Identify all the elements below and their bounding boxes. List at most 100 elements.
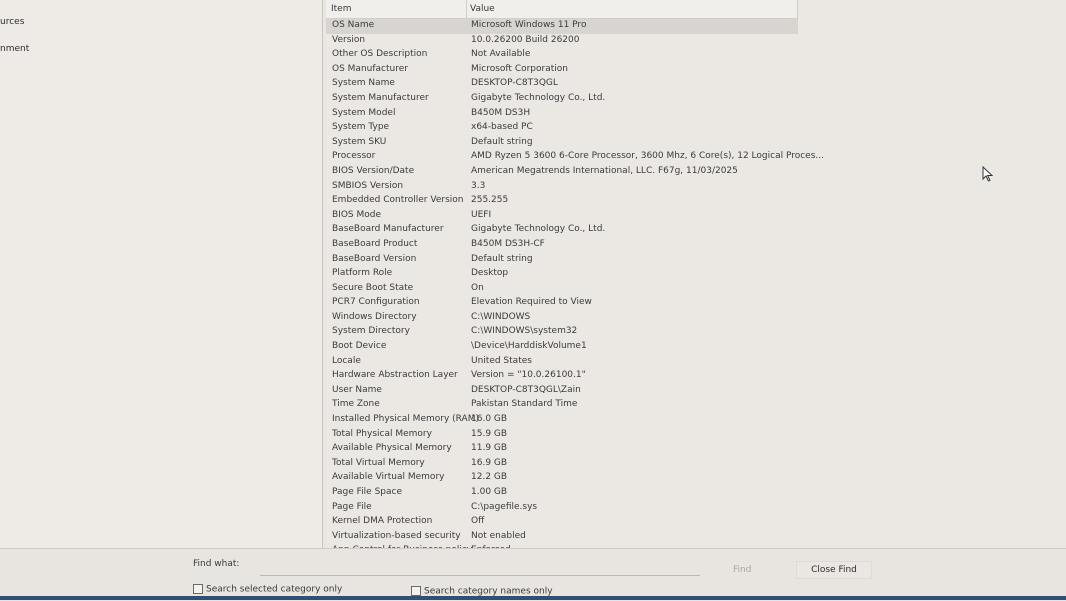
- row-item-cell: System Type: [332, 122, 390, 133]
- row-item-cell: Installed Physical Memory (RAM): [332, 414, 479, 425]
- table-row[interactable]: Embedded Controller Version 255.255: [326, 194, 1066, 209]
- row-value-cell: American Megatrends International, LLC. …: [471, 165, 738, 176]
- table-row[interactable]: Kernel DMA Protection Off: [326, 515, 1066, 530]
- close-find-button[interactable]: Close Find: [796, 561, 872, 579]
- table-row[interactable]: PCR7 Configuration Elevation Required to …: [326, 296, 1066, 311]
- table-row[interactable]: BaseBoard Product B450M DS3H-CF: [326, 238, 1066, 253]
- table-row[interactable]: BIOS Mode UEFI: [326, 209, 1066, 224]
- table-row[interactable]: BIOS Version/Date American Megatrends Int…: [326, 165, 1066, 180]
- row-item-cell: Boot Device: [332, 341, 387, 352]
- row-value-cell: C:\pagefile.sys: [471, 501, 538, 512]
- row-item-cell: BaseBoard Manufacturer: [332, 224, 444, 235]
- row-item-cell: Other OS Description: [332, 49, 428, 60]
- row-value-cell: B450M DS3H-CF: [471, 238, 545, 249]
- table-row[interactable]: System Model B450M DS3H: [326, 107, 1066, 122]
- row-value-cell: UEFI: [471, 209, 492, 220]
- table-row[interactable]: BaseBoard Manufacturer Gigabyte Technolog…: [326, 223, 1066, 238]
- row-item-cell: Hardware Abstraction Layer: [332, 370, 458, 381]
- find-what-label: Find what:: [193, 559, 240, 569]
- row-value-cell: Gigabyte Technology Co., Ltd.: [471, 224, 606, 235]
- row-item-cell: System Name: [332, 78, 395, 89]
- table-row[interactable]: OS Name Microsoft Windows 11 Pro: [326, 19, 798, 34]
- row-value-cell: 10.0.26200 Build 26200: [471, 34, 580, 45]
- table-row[interactable]: Virtualization-based security Not enabled: [326, 530, 1066, 545]
- table-row[interactable]: System Manufacturer Gigabyte Technology C…: [326, 92, 1066, 107]
- checkbox-label: Search selected category only: [206, 584, 343, 595]
- find-button[interactable]: Find: [733, 565, 751, 575]
- tree-item-environment[interactable]: nment: [0, 44, 29, 54]
- row-value-cell: Not enabled: [471, 530, 526, 541]
- checkbox-box[interactable]: [193, 584, 203, 594]
- row-item-cell: Total Physical Memory: [332, 428, 432, 439]
- row-item-cell: BaseBoard Product: [332, 238, 418, 249]
- table-row[interactable]: System Directory C:\WINDOWS\system32: [326, 325, 1066, 340]
- checkbox-box[interactable]: [411, 586, 421, 596]
- list-rows: OS Name Microsoft Windows 11 Pro Version 10…: [326, 19, 1066, 555]
- row-item-cell: Kernel DMA Protection: [332, 516, 433, 527]
- column-header-item[interactable]: Item: [331, 4, 352, 14]
- row-item-cell: Page File Space: [332, 487, 402, 497]
- row-value-cell: 16.9 GB: [471, 457, 508, 468]
- table-row[interactable]: Platform Role Desktop: [326, 267, 1066, 282]
- row-value-cell: 255.255: [471, 195, 509, 206]
- column-header-value[interactable]: Value: [470, 4, 495, 14]
- table-row[interactable]: Page File C:\pagefile.sys: [326, 501, 1066, 516]
- row-item-cell: Available Physical Memory: [332, 443, 452, 454]
- table-row[interactable]: Available Virtual Memory 12.2 GB: [326, 471, 1066, 486]
- category-tree-pane[interactable]: urces nment: [0, 0, 323, 548]
- row-item-cell: Processor: [332, 151, 376, 162]
- table-row[interactable]: Other OS Description Not Available: [326, 48, 1066, 63]
- table-row[interactable]: Version 10.0.26200 Build 26200: [326, 34, 1066, 49]
- table-row[interactable]: Installed Physical Memory (RAM) 16.0 GB: [326, 413, 1066, 428]
- search-category-names-checkbox[interactable]: Search category names only: [411, 586, 553, 597]
- row-item-cell: PCR7 Configuration: [332, 297, 420, 308]
- row-item-cell: BIOS Version/Date: [332, 165, 415, 176]
- row-item-cell: Locale: [332, 355, 361, 366]
- column-divider[interactable]: [466, 0, 467, 18]
- mouse-cursor-icon: [982, 166, 994, 182]
- row-item-cell: System Model: [332, 107, 396, 118]
- table-row[interactable]: OS Manufacturer Microsoft Corporation: [326, 63, 1066, 78]
- row-value-cell: 12.2 GB: [471, 472, 508, 483]
- table-row[interactable]: User Name DESKTOP-C8T3QGL\Zain: [326, 384, 1066, 399]
- table-row[interactable]: Time Zone Pakistan Standard Time: [326, 398, 1066, 413]
- table-row[interactable]: BaseBoard Version Default string: [326, 253, 1066, 268]
- row-value-cell: Microsoft Corporation: [471, 63, 568, 74]
- table-row[interactable]: SMBIOS Version 3.3: [326, 180, 1066, 195]
- row-item-cell: System Manufacturer: [332, 92, 429, 103]
- tree-item-resources[interactable]: urces: [0, 17, 24, 27]
- table-row[interactable]: Boot Device \Device\HarddiskVolume1: [326, 340, 1066, 355]
- table-row[interactable]: Total Virtual Memory 16.9 GB: [326, 457, 1066, 472]
- table-row[interactable]: Available Physical Memory 11.9 GB: [326, 442, 1066, 457]
- row-item-cell: Version: [332, 34, 366, 45]
- search-selected-category-checkbox[interactable]: Search selected category only: [193, 584, 342, 595]
- find-what-input[interactable]: [260, 559, 700, 576]
- row-value-cell: 3.3: [471, 180, 486, 191]
- table-row[interactable]: Secure Boot State On: [326, 282, 1066, 297]
- row-item-cell: User Name: [332, 384, 382, 395]
- row-item-cell: BIOS Mode: [332, 209, 382, 220]
- row-value-cell: United States: [471, 355, 532, 366]
- row-value-cell: AMD Ryzen 5 3600 6-Core Processor, 3600 …: [471, 151, 824, 162]
- row-item-cell: Time Zone: [332, 399, 380, 410]
- checkbox-label: Search category names only: [424, 586, 553, 597]
- table-row[interactable]: System Type x64-based PC: [326, 121, 1066, 136]
- table-row[interactable]: Hardware Abstraction Layer Version = "10.…: [326, 369, 1066, 384]
- system-summary-list[interactable]: Item Value OS Name Microsoft Windows 11 P…: [326, 0, 1066, 555]
- table-row[interactable]: Processor AMD Ryzen 5 3600 6-Core Process…: [326, 150, 1066, 165]
- table-row[interactable]: Locale United States: [326, 355, 1066, 370]
- row-value-cell: 15.9 GB: [471, 428, 508, 439]
- table-row[interactable]: Windows Directory C:\WINDOWS: [326, 311, 1066, 326]
- row-value-cell: 1.00 GB: [471, 487, 508, 497]
- row-value-cell: x64-based PC: [471, 122, 533, 133]
- table-row[interactable]: System SKU Default string: [326, 136, 1066, 151]
- row-value-cell: Off: [471, 516, 485, 527]
- table-row[interactable]: Page File Space 1.00 GB: [326, 486, 1066, 501]
- row-item-cell: OS Name: [332, 20, 375, 30]
- row-value-cell: Version = "10.0.26100.1": [471, 370, 586, 381]
- table-row[interactable]: System Name DESKTOP-C8T3QGL: [326, 77, 1066, 92]
- column-divider[interactable]: [797, 0, 798, 18]
- row-item-cell: Embedded Controller Version: [332, 195, 464, 206]
- row-value-cell: 11.9 GB: [471, 443, 508, 454]
- table-row[interactable]: Total Physical Memory 15.9 GB: [326, 428, 1066, 443]
